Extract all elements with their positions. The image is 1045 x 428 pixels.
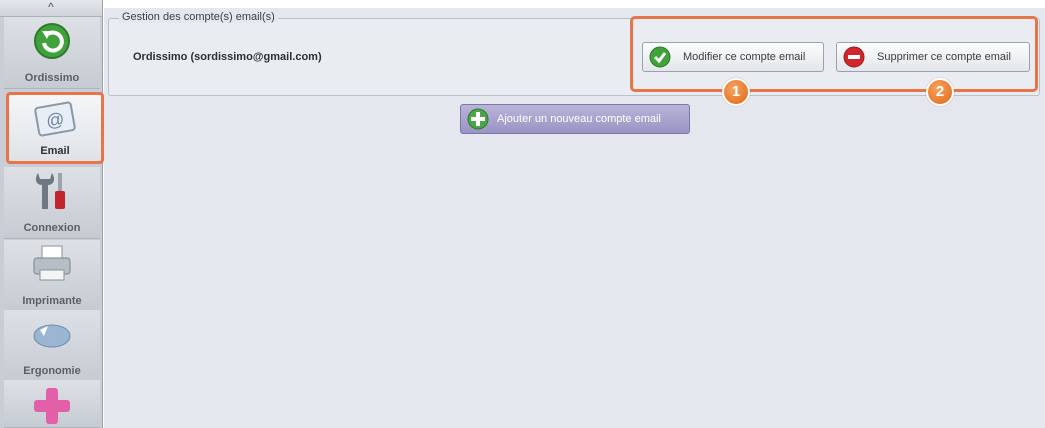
add-account-button[interactable]: Ajouter un nouveau compte email [460,104,690,134]
tools-icon [35,173,65,209]
sidebar-scroll-up-button[interactable]: ^ [0,0,102,17]
sidebar-item-imprimante[interactable]: Imprimante [4,240,100,312]
svg-text:@: @ [44,109,65,132]
sidebar-item-label: Ordissimo [24,72,80,84]
sidebar: ^ Ordissimo @ Email Connexion Imprimante [0,0,104,428]
refresh-icon [34,23,70,59]
sidebar-item-email[interactable]: @ Email [6,92,104,164]
sidebar-item-ergonomie[interactable]: Ergonomie [4,310,100,382]
sidebar-item-label: Imprimante [22,295,82,307]
sidebar-item-label: Connexion [23,222,81,234]
callout-badge-2: 2 [926,78,954,106]
sidebar-item-label: Email [40,145,70,157]
sidebar-item-label: Ergonomie [23,365,81,377]
group-title: Gestion des compte(s) email(s) [119,11,278,23]
sidebar-item-more[interactable] [4,380,100,428]
printer-icon [33,245,71,281]
plus-icon [34,388,70,424]
mouse-icon [33,324,71,348]
add-account-label: Ajouter un nouveau compte email [497,113,661,125]
account-name[interactable]: Ordissimo (sordissimo@gmail.com) [133,51,322,63]
add-icon [467,108,489,130]
callout-badge-1: 1 [722,78,750,106]
buttons-highlight-box [630,16,1038,92]
email-icon: @ [34,101,76,137]
main-panel: Gestion des compte(s) email(s) Ordissimo… [104,8,1045,428]
sidebar-item-ordissimo[interactable]: Ordissimo [4,17,100,89]
sidebar-item-connexion[interactable]: Connexion [4,167,100,239]
